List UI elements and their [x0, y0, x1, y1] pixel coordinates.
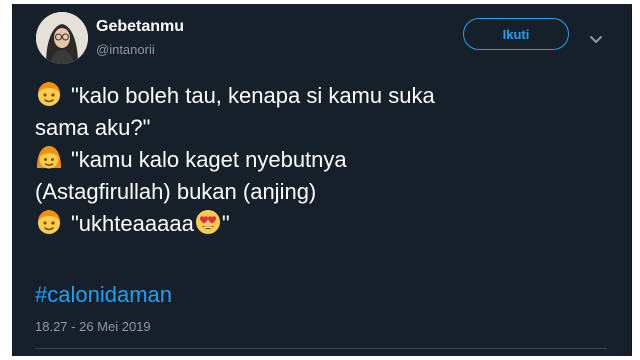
tweet-card: Gebetanmu @intanorii Ikuti "kalo boleh t… — [12, 4, 632, 356]
tweet-line-text: " — [221, 211, 230, 236]
tweet-line: "ukhteaaaaa " — [35, 208, 595, 240]
tweet-line-text: sama aku?" — [35, 115, 151, 140]
heart-eyes-emoji-icon — [194, 208, 222, 236]
tweet-line-text: (Astagfirullah) bukan (anjing) — [35, 179, 317, 204]
tweet-line-text: "kamu kalo kaget nyebutnya — [71, 147, 347, 172]
boy-emoji-icon — [35, 208, 63, 236]
follow-button[interactable]: Ikuti — [463, 18, 569, 50]
chevron-down-icon[interactable] — [589, 32, 603, 43]
avatar[interactable] — [36, 12, 88, 64]
tweet-line: (Astagfirullah) bukan (anjing) — [35, 176, 595, 208]
boy-emoji-icon — [35, 80, 63, 108]
user-handle[interactable]: @intanorii — [96, 42, 155, 57]
tweet-line: "kamu kalo kaget nyebutnya — [35, 144, 595, 176]
tweet-line-text: "ukhteaaaaa — [71, 211, 194, 236]
tweet-line: "kalo boleh tau, kenapa si kamu suka — [35, 80, 595, 112]
divider — [35, 348, 607, 349]
tweet-text: "kalo boleh tau, kenapa si kamu suka sam… — [35, 80, 595, 240]
display-name[interactable]: Gebetanmu — [96, 18, 184, 36]
tweet-line-text: "kalo boleh tau, kenapa si kamu suka — [71, 83, 435, 108]
tweet-timestamp[interactable]: 18.27 - 26 Mei 2019 — [35, 319, 151, 334]
tweet-line: sama aku?" — [35, 112, 595, 144]
girl-emoji-icon — [35, 144, 63, 172]
hashtag-link[interactable]: #calonidaman — [35, 282, 172, 308]
